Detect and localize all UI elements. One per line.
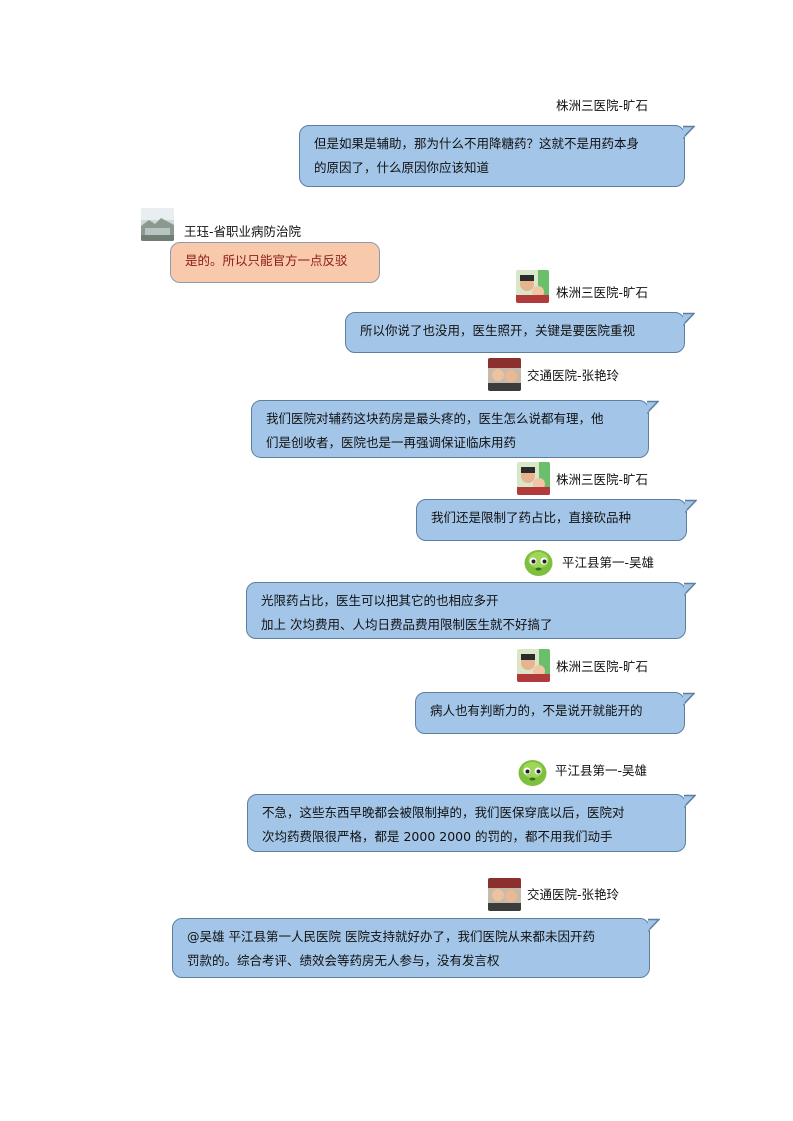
message-bubble: 我们还是限制了药占比，直接砍品种	[416, 499, 697, 541]
message-text-line: 们是创收者，医院也是一再强调保证临床用药	[266, 435, 517, 450]
message-text-line: 但是如果是辅助，那为什么不用降糖药？这就不是用药本身	[314, 136, 640, 151]
sender-name: 株洲三医院-旷石	[556, 659, 649, 674]
sender-name: 平江县第一-吴雄	[555, 763, 648, 778]
message-text-line: 的原因了，什么原因你应该知道	[314, 160, 490, 175]
avatar[interactable]	[516, 755, 549, 788]
message-bubble: 光限药占比，医生可以把其它的也相应多开 加上 次均费用、人均日费品费用限制医生就…	[246, 582, 696, 639]
bubble-tail-icon	[647, 400, 659, 414]
avatar[interactable]	[488, 358, 521, 391]
bubble-tail-icon	[685, 499, 697, 513]
avatar[interactable]	[516, 270, 549, 303]
avatar[interactable]	[517, 649, 550, 682]
message-bubble: 我们医院对辅药这块药房是最头疼的，医生怎么说都有理，他 们是创收者，医院也是一再…	[251, 400, 659, 458]
message-bubble: 病人也有判断力的，不是说开就能开的	[415, 692, 695, 734]
avatar[interactable]	[517, 462, 550, 495]
avatar[interactable]	[488, 878, 521, 911]
message-text-line: 加上 次均费用、人均日费品费用限制医生就不好搞了	[261, 617, 553, 632]
avatar[interactable]	[522, 545, 555, 578]
avatar[interactable]	[141, 208, 174, 241]
message-text-line: 次均药费限很严格，都是 2000 2000 的罚的，都不用我们动手	[262, 829, 613, 844]
sender-name: 交通医院-张艳玲	[527, 368, 620, 383]
message-bubble: 不急，这些东西早晚都会被限制掉的，我们医保穿底以后，医院对 次均药费限很严格，都…	[247, 794, 696, 852]
sender-name: 株洲三医院-旷石	[556, 98, 649, 113]
message-bubble: 所以你说了也没用，医生照开，关键是要医院重视	[345, 312, 695, 353]
bubble-tail-icon	[684, 582, 696, 596]
bubble-tail-icon	[683, 692, 695, 706]
message-text-line: @吴雄 平江县第一人民医院 医院支持就好办了，我们医院从来都未因开药	[187, 929, 595, 944]
message-bubble: 是的。所以只能官方一点反驳	[170, 242, 380, 283]
sender-name: 株洲三医院-旷石	[556, 472, 649, 487]
message-bubble: @吴雄 平江县第一人民医院 医院支持就好办了，我们医院从来都未因开药 罚款的。综…	[172, 918, 660, 978]
sender-name: 王珏-省职业病防治院	[184, 224, 302, 239]
sender-name: 交通医院-张艳玲	[527, 887, 620, 902]
message-text-line: 是的。所以只能官方一点反驳	[185, 253, 348, 268]
message-text-line: 所以你说了也没用，医生照开，关键是要医院重视	[360, 323, 636, 338]
bubble-tail-icon	[684, 794, 696, 808]
message-text-line: 病人也有判断力的，不是说开就能开的	[430, 703, 643, 718]
sender-name: 平江县第一-吴雄	[562, 555, 655, 570]
message-bubble: 但是如果是辅助，那为什么不用降糖药？这就不是用药本身 的原因了，什么原因你应该知…	[299, 125, 695, 187]
message-text-line: 不急，这些东西早晚都会被限制掉的，我们医保穿底以后，医院对	[262, 805, 625, 820]
message-text-line: 光限药占比，医生可以把其它的也相应多开	[261, 593, 499, 608]
bubble-tail-icon	[683, 312, 695, 326]
message-text-line: 罚款的。综合考评、绩效会等药房无人参与，没有发言权	[187, 953, 500, 968]
sender-name: 株洲三医院-旷石	[556, 285, 649, 300]
message-text-line: 我们还是限制了药占比，直接砍品种	[431, 510, 632, 525]
message-text-line: 我们医院对辅药这块药房是最头疼的，医生怎么说都有理，他	[266, 411, 604, 426]
bubble-tail-icon	[648, 918, 660, 932]
bubble-tail-icon	[683, 125, 695, 139]
